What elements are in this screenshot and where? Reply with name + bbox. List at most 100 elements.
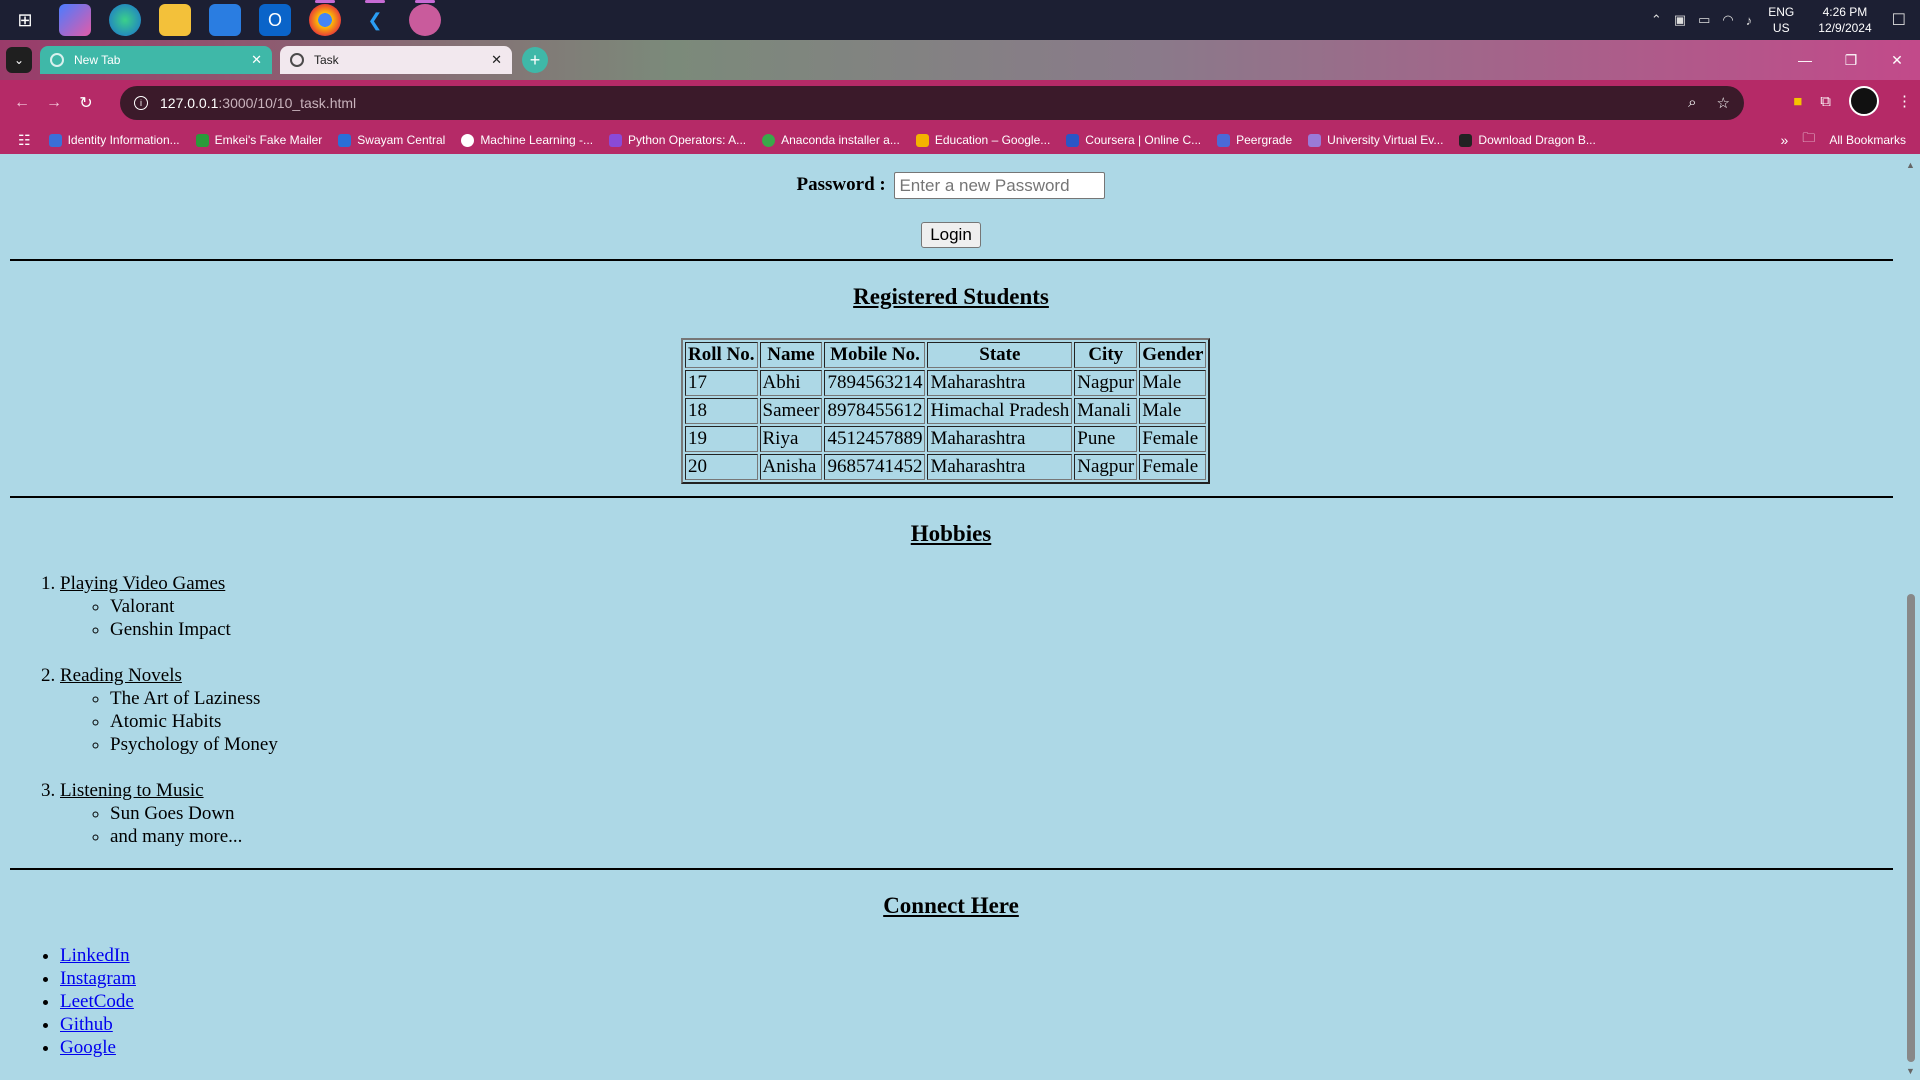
- scrollbar-thumb[interactable]: [1907, 594, 1915, 1062]
- bookmark-item[interactable]: Peergrade: [1217, 133, 1292, 147]
- table-cell: Nagpur: [1074, 454, 1138, 480]
- window-controls: — ❐ ✕: [1782, 40, 1920, 80]
- bookmark-star-icon[interactable]: ☆: [1717, 94, 1730, 112]
- bookmark-item[interactable]: Education – Google...: [915, 133, 1050, 147]
- file-explorer-icon[interactable]: [159, 4, 191, 36]
- hobby-subitem: Valorant: [110, 595, 278, 618]
- new-tab-plus-icon[interactable]: +: [522, 47, 548, 73]
- bookmark-label: Python Operators: A...: [628, 133, 747, 147]
- close-window-icon[interactable]: ✕: [1874, 52, 1920, 69]
- bookmark-item[interactable]: Swayam Central: [338, 133, 445, 147]
- scroll-down-arrow-icon[interactable]: ▼: [1906, 1066, 1915, 1076]
- table-cell: Manali: [1074, 398, 1138, 424]
- apps-grid-icon[interactable]: ☷: [18, 132, 31, 149]
- hobby-subitem: Sun Goes Down: [110, 802, 278, 825]
- battery-icon[interactable]: ▭: [1698, 12, 1710, 28]
- hobby-link[interactable]: Reading Novels: [60, 665, 182, 686]
- login-button[interactable]: Login: [921, 222, 981, 248]
- store-icon[interactable]: [209, 4, 241, 36]
- menu-dots-icon[interactable]: ⋮: [1897, 92, 1912, 110]
- hobby-link[interactable]: Playing Video Games: [60, 573, 225, 594]
- bookmark-favicon-icon: [48, 133, 62, 147]
- column-header: Gender: [1139, 342, 1207, 368]
- site-info-icon[interactable]: i: [134, 96, 148, 110]
- close-tab-icon[interactable]: ✕: [251, 52, 262, 68]
- google-link[interactable]: Google: [60, 1037, 116, 1058]
- game-icon[interactable]: ▣: [1674, 12, 1686, 28]
- list-item: LinkedIn: [60, 944, 136, 967]
- minimize-icon[interactable]: —: [1782, 52, 1828, 68]
- login-row: Login: [0, 222, 1902, 248]
- profile-avatar[interactable]: [1849, 86, 1879, 116]
- table-cell: 18: [685, 398, 758, 424]
- bookmark-favicon-icon: [762, 133, 776, 147]
- linkedin-link[interactable]: LinkedIn: [60, 945, 130, 966]
- hobbies-list: Playing Video Games Valorant Genshin Imp…: [60, 572, 278, 871]
- url-host: 127.0.0.1: [160, 95, 219, 111]
- hobbies-heading: Hobbies: [910, 521, 992, 546]
- table-cell: Pune: [1074, 426, 1138, 452]
- vertical-scrollbar[interactable]: ▲ ▼: [1902, 154, 1920, 1080]
- notification-icon[interactable]: ☐: [1892, 10, 1906, 30]
- extension-badge-icon[interactable]: ■: [1793, 93, 1802, 110]
- address-bar[interactable]: i 127.0.0.1:3000/10/10_task.html ⌕ ☆: [120, 86, 1744, 120]
- hobby-item: Reading Novels The Art of Laziness Atomi…: [60, 664, 278, 756]
- more-bookmarks-chevron-icon[interactable]: »: [1781, 132, 1789, 148]
- table-cell: 4512457889: [824, 426, 926, 452]
- list-item: LeetCode: [60, 990, 136, 1013]
- bookmark-item[interactable]: Download Dragon B...: [1459, 133, 1596, 147]
- students-heading: Registered Students: [853, 284, 1049, 309]
- windows-start-icon[interactable]: ⊞: [9, 4, 41, 36]
- edge-icon[interactable]: [109, 4, 141, 36]
- language-indicator[interactable]: ENG US: [1768, 4, 1794, 36]
- outlook-icon[interactable]: O: [259, 4, 291, 36]
- forward-arrow-icon[interactable]: →: [38, 94, 70, 112]
- zoom-icon[interactable]: ⌕: [1688, 94, 1696, 112]
- bookmark-item[interactable]: Emkei's Fake Mailer: [195, 133, 322, 147]
- table-cell: 7894563214: [824, 370, 926, 396]
- reload-icon[interactable]: ↻: [70, 93, 102, 113]
- close-tab-icon[interactable]: ✕: [491, 52, 502, 68]
- wifi-icon[interactable]: ◠: [1722, 12, 1733, 28]
- github-link[interactable]: Github: [60, 1014, 113, 1035]
- all-bookmarks-link[interactable]: All Bookmarks: [1829, 133, 1906, 147]
- chrome-favicon-icon: [50, 53, 64, 67]
- instagram-link[interactable]: Instagram: [60, 968, 136, 989]
- list-item: Instagram: [60, 967, 136, 990]
- chevron-up-icon[interactable]: ⌃: [1651, 12, 1662, 28]
- chrome-icon[interactable]: [309, 0, 341, 36]
- table-cell: Maharashtra: [927, 454, 1073, 480]
- back-arrow-icon[interactable]: ←: [6, 94, 38, 112]
- hobby-link[interactable]: Listening to Music: [60, 780, 204, 801]
- tab-new-tab[interactable]: New Tab ✕: [40, 46, 272, 74]
- connect-heading: Connect Here: [883, 893, 1019, 918]
- browser-toolbar: ← → ↻ i 127.0.0.1:3000/10/10_task.html ⌕…: [0, 80, 1920, 126]
- tab-task[interactable]: Task ✕: [280, 46, 512, 74]
- restore-icon[interactable]: ❐: [1828, 52, 1874, 69]
- tab-search-chevron-icon[interactable]: ⌄: [6, 47, 32, 73]
- divider: [10, 259, 1893, 261]
- copilot-icon[interactable]: [59, 4, 91, 36]
- scroll-up-arrow-icon[interactable]: ▲: [1906, 160, 1915, 170]
- table-cell: Nagpur: [1074, 370, 1138, 396]
- language-code: ENG: [1768, 5, 1795, 19]
- bookmark-item[interactable]: University Virtual Ev...: [1308, 133, 1443, 147]
- system-tray: ⌃ ▣ ▭ ◠ ♪ ENG US 4:26 PM 12/9/2024 ☐: [1645, 0, 1920, 40]
- bookmark-favicon-icon: [915, 133, 929, 147]
- clock[interactable]: 4:26 PM 12/9/2024: [1818, 4, 1871, 36]
- bookmark-item[interactable]: Anaconda installer a...: [762, 133, 900, 147]
- bookmark-item[interactable]: Identity Information...: [48, 133, 180, 147]
- leetcode-link[interactable]: LeetCode: [60, 991, 134, 1012]
- bookmark-item[interactable]: Python Operators: A...: [609, 133, 746, 147]
- list-item: Github: [60, 1013, 136, 1036]
- table-cell: Male: [1139, 398, 1207, 424]
- password-input[interactable]: [894, 172, 1106, 199]
- bookmark-item[interactable]: Coursera | Online C...: [1066, 133, 1201, 147]
- url-path: :3000/10/10_task.html: [218, 95, 357, 111]
- bookmark-favicon-icon: [1217, 133, 1231, 147]
- volume-icon[interactable]: ♪: [1746, 13, 1753, 28]
- extensions-puzzle-icon[interactable]: ⧉: [1820, 93, 1831, 110]
- bookmark-item[interactable]: Machine Learning -...: [461, 133, 593, 147]
- discord-icon[interactable]: [409, 0, 441, 36]
- vscode-icon[interactable]: ❮: [359, 0, 391, 36]
